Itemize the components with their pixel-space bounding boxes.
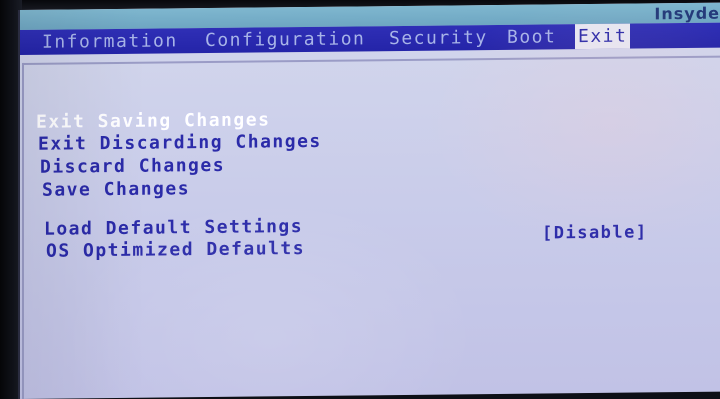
vendor-name: Insyde (654, 3, 720, 24)
tab-boot[interactable]: Boot (507, 24, 556, 50)
exit-saving-changes-item[interactable]: Exit Saving Changes (36, 109, 270, 132)
os-optimized-defaults-value[interactable]: [Disable] (542, 222, 648, 243)
load-default-settings-item[interactable]: Load Default Settings (44, 216, 303, 240)
tab-configuration[interactable]: Configuration (205, 26, 365, 53)
tab-information[interactable]: Information (42, 28, 178, 54)
save-changes-item[interactable]: Save Changes (42, 178, 190, 201)
exit-discarding-changes-item[interactable]: Exit Discarding Changes (38, 131, 322, 155)
os-optimized-defaults-item[interactable]: OS Optimized Defaults (46, 238, 305, 262)
bios-screen: Insyde Information Configuration Securit… (18, 2, 720, 399)
tab-security[interactable]: Security (389, 25, 488, 51)
exit-menu-panel: Exit Saving Changes Exit Discarding Chan… (22, 55, 720, 399)
tab-exit[interactable]: Exit (575, 23, 631, 50)
discard-changes-item[interactable]: Discard Changes (40, 155, 225, 178)
